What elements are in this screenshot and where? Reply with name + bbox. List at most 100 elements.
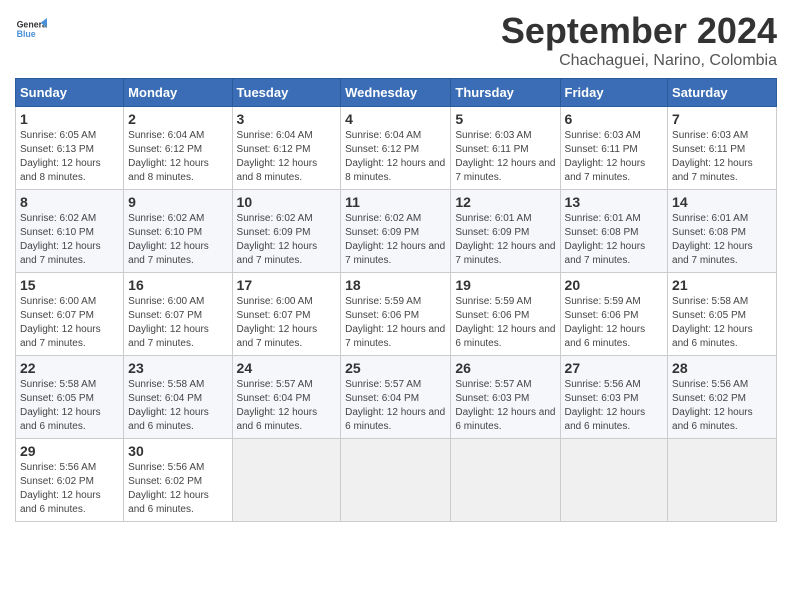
calendar-table: SundayMondayTuesdayWednesdayThursdayFrid… [15, 78, 777, 522]
day-info: Sunrise: 5:57 AM Sunset: 6:03 PM Dayligh… [455, 378, 555, 434]
day-number: 3 [237, 111, 337, 127]
day-number: 17 [237, 277, 337, 293]
calendar-cell: 16 Sunrise: 6:00 AM Sunset: 6:07 PM Dayli… [124, 273, 232, 356]
day-number: 12 [455, 194, 555, 210]
day-number: 20 [565, 277, 664, 293]
calendar-cell: 13 Sunrise: 6:01 AM Sunset: 6:08 PM Dayli… [560, 190, 668, 273]
calendar-cell: 14 Sunrise: 6:01 AM Sunset: 6:08 PM Dayli… [668, 190, 777, 273]
day-number: 19 [455, 277, 555, 293]
day-info: Sunrise: 6:03 AM Sunset: 6:11 PM Dayligh… [565, 129, 664, 185]
day-number: 29 [20, 443, 119, 459]
day-info: Sunrise: 6:00 AM Sunset: 6:07 PM Dayligh… [20, 295, 119, 351]
col-header-wednesday: Wednesday [341, 79, 451, 107]
calendar-cell: 12 Sunrise: 6:01 AM Sunset: 6:09 PM Dayli… [451, 190, 560, 273]
calendar-cell: 6 Sunrise: 6:03 AM Sunset: 6:11 PM Daylig… [560, 107, 668, 190]
header-row: SundayMondayTuesdayWednesdayThursdayFrid… [16, 79, 777, 107]
calendar-cell: 29 Sunrise: 5:56 AM Sunset: 6:02 PM Dayli… [16, 439, 124, 522]
day-number: 9 [128, 194, 227, 210]
day-number: 28 [672, 360, 772, 376]
day-info: Sunrise: 5:57 AM Sunset: 6:04 PM Dayligh… [345, 378, 446, 434]
calendar-cell: 15 Sunrise: 6:00 AM Sunset: 6:07 PM Dayli… [16, 273, 124, 356]
title-area: September 2024 Chachaguei, Narino, Colom… [501, 10, 777, 70]
day-info: Sunrise: 6:04 AM Sunset: 6:12 PM Dayligh… [128, 129, 227, 185]
day-info: Sunrise: 6:01 AM Sunset: 6:08 PM Dayligh… [565, 212, 664, 268]
week-row-1: 1 Sunrise: 6:05 AM Sunset: 6:13 PM Daylig… [16, 107, 777, 190]
day-number: 23 [128, 360, 227, 376]
calendar-cell: 20 Sunrise: 5:59 AM Sunset: 6:06 PM Dayli… [560, 273, 668, 356]
day-info: Sunrise: 6:04 AM Sunset: 6:12 PM Dayligh… [237, 129, 337, 185]
day-info: Sunrise: 6:00 AM Sunset: 6:07 PM Dayligh… [128, 295, 227, 351]
day-number: 2 [128, 111, 227, 127]
day-info: Sunrise: 5:56 AM Sunset: 6:02 PM Dayligh… [672, 378, 772, 434]
day-info: Sunrise: 5:59 AM Sunset: 6:06 PM Dayligh… [565, 295, 664, 351]
calendar-cell: 4Sunrise: 6:04 AM Sunset: 6:12 PM Daylig… [341, 107, 451, 190]
calendar-cell: 19 Sunrise: 5:59 AM Sunset: 6:06 PM Dayli… [451, 273, 560, 356]
day-info: Sunrise: 6:02 AM Sunset: 6:09 PM Dayligh… [237, 212, 337, 268]
col-header-monday: Monday [124, 79, 232, 107]
day-info: Sunrise: 6:03 AM Sunset: 6:11 PM Dayligh… [672, 129, 772, 185]
calendar-cell: 22 Sunrise: 5:58 AM Sunset: 6:05 PM Dayli… [16, 356, 124, 439]
day-info: Sunrise: 5:59 AM Sunset: 6:06 PM Dayligh… [345, 295, 446, 351]
day-info: Sunrise: 6:02 AM Sunset: 6:10 PM Dayligh… [20, 212, 119, 268]
day-info: Sunrise: 5:59 AM Sunset: 6:06 PM Dayligh… [455, 295, 555, 351]
calendar-cell: 3 Sunrise: 6:04 AM Sunset: 6:12 PM Daylig… [232, 107, 341, 190]
day-info: Sunrise: 6:02 AM Sunset: 6:09 PM Dayligh… [345, 212, 446, 268]
day-number: 10 [237, 194, 337, 210]
calendar-cell: 10 Sunrise: 6:02 AM Sunset: 6:09 PM Dayli… [232, 190, 341, 273]
day-number: 26 [455, 360, 555, 376]
week-row-4: 22 Sunrise: 5:58 AM Sunset: 6:05 PM Dayli… [16, 356, 777, 439]
location-title: Chachaguei, Narino, Colombia [501, 52, 777, 70]
calendar-cell: 27 Sunrise: 5:56 AM Sunset: 6:03 PM Dayli… [560, 356, 668, 439]
day-number: 4 [345, 111, 446, 127]
calendar-cell: 8 Sunrise: 6:02 AM Sunset: 6:10 PM Daylig… [16, 190, 124, 273]
day-number: 13 [565, 194, 664, 210]
calendar-cell [668, 439, 777, 522]
day-info: Sunrise: 6:01 AM Sunset: 6:09 PM Dayligh… [455, 212, 555, 268]
calendar-cell: 17 Sunrise: 6:00 AM Sunset: 6:07 PM Dayli… [232, 273, 341, 356]
week-row-5: 29 Sunrise: 5:56 AM Sunset: 6:02 PM Dayli… [16, 439, 777, 522]
day-number: 11 [345, 194, 446, 210]
day-number: 21 [672, 277, 772, 293]
col-header-sunday: Sunday [16, 79, 124, 107]
day-number: 16 [128, 277, 227, 293]
calendar-cell [451, 439, 560, 522]
day-number: 15 [20, 277, 119, 293]
calendar-cell: 11 Sunrise: 6:02 AM Sunset: 6:09 PM Dayli… [341, 190, 451, 273]
calendar-cell: 26 Sunrise: 5:57 AM Sunset: 6:03 PM Dayli… [451, 356, 560, 439]
calendar-cell: 25Sunrise: 5:57 AM Sunset: 6:04 PM Dayli… [341, 356, 451, 439]
day-info: Sunrise: 5:58 AM Sunset: 6:05 PM Dayligh… [20, 378, 119, 434]
calendar-cell: 23Sunrise: 5:58 AM Sunset: 6:04 PM Dayli… [124, 356, 232, 439]
calendar-cell: 18 Sunrise: 5:59 AM Sunset: 6:06 PM Dayli… [341, 273, 451, 356]
week-row-2: 8 Sunrise: 6:02 AM Sunset: 6:10 PM Daylig… [16, 190, 777, 273]
day-number: 30 [128, 443, 227, 459]
calendar-cell: 5Sunrise: 6:03 AM Sunset: 6:11 PM Daylig… [451, 107, 560, 190]
day-number: 14 [672, 194, 772, 210]
day-info: Sunrise: 6:05 AM Sunset: 6:13 PM Dayligh… [20, 129, 119, 185]
col-header-friday: Friday [560, 79, 668, 107]
calendar-cell: 24Sunrise: 5:57 AM Sunset: 6:04 PM Dayli… [232, 356, 341, 439]
svg-text:General: General [17, 20, 47, 30]
day-number: 6 [565, 111, 664, 127]
month-title: September 2024 [501, 10, 777, 52]
day-number: 1 [20, 111, 119, 127]
day-info: Sunrise: 6:00 AM Sunset: 6:07 PM Dayligh… [237, 295, 337, 351]
day-number: 7 [672, 111, 772, 127]
col-header-saturday: Saturday [668, 79, 777, 107]
calendar-cell [341, 439, 451, 522]
logo: General Blue [15, 16, 47, 44]
day-number: 5 [455, 111, 555, 127]
day-info: Sunrise: 5:56 AM Sunset: 6:02 PM Dayligh… [20, 461, 119, 517]
day-number: 22 [20, 360, 119, 376]
day-info: Sunrise: 6:01 AM Sunset: 6:08 PM Dayligh… [672, 212, 772, 268]
day-info: Sunrise: 6:02 AM Sunset: 6:10 PM Dayligh… [128, 212, 227, 268]
header: General Blue September 2024 Chachaguei, … [15, 10, 777, 70]
logo-icon: General Blue [15, 16, 47, 44]
col-header-tuesday: Tuesday [232, 79, 341, 107]
day-number: 18 [345, 277, 446, 293]
day-info: Sunrise: 5:58 AM Sunset: 6:05 PM Dayligh… [672, 295, 772, 351]
day-number: 8 [20, 194, 119, 210]
day-info: Sunrise: 5:56 AM Sunset: 6:03 PM Dayligh… [565, 378, 664, 434]
day-number: 27 [565, 360, 664, 376]
calendar-cell: 1 Sunrise: 6:05 AM Sunset: 6:13 PM Daylig… [16, 107, 124, 190]
calendar-cell: 2 Sunrise: 6:04 AM Sunset: 6:12 PM Daylig… [124, 107, 232, 190]
